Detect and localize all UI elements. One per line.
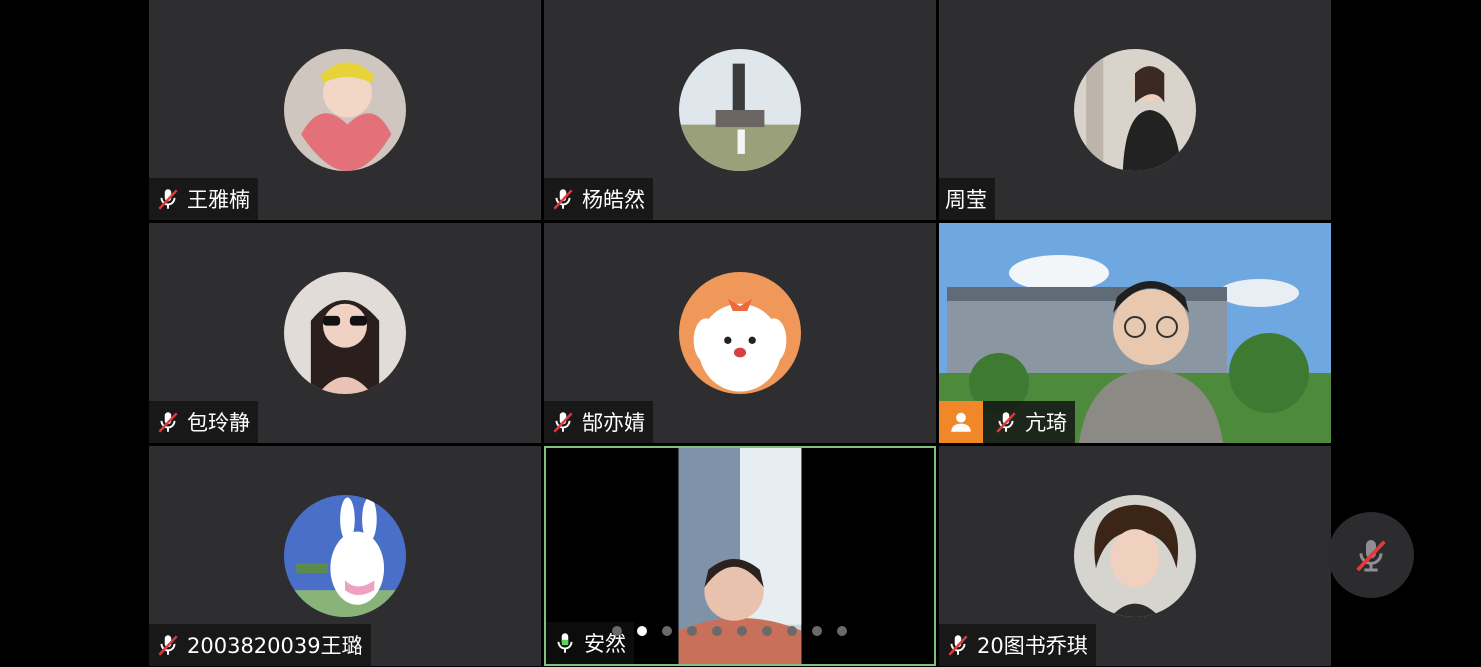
participant-tile[interactable]: 20图书乔琪 [939, 446, 1331, 666]
participant-name: 包玲静 [187, 411, 250, 435]
participant-name: 王雅楠 [187, 188, 250, 212]
page-indicator[interactable] [612, 626, 847, 636]
mic-muted-icon [996, 412, 1016, 433]
participant-tile[interactable]: 包玲静 [149, 223, 541, 443]
avatar [1074, 49, 1196, 171]
toggle-mic-button[interactable] [1328, 512, 1414, 598]
name-label-bar: 杨皓然 [544, 178, 653, 220]
name-label-bar: 2003820039王璐 [149, 624, 371, 666]
participant-name: 2003820039王璐 [187, 634, 363, 658]
name-label-bar: 郜亦婧 [544, 401, 653, 443]
name-label-bar: 亢琦 [939, 401, 1075, 443]
mic-muted-icon [948, 635, 968, 656]
participant-tile[interactable]: 王雅楠 [149, 0, 541, 220]
avatar [679, 272, 801, 394]
page-dot[interactable] [662, 626, 672, 636]
mic-muted-icon [1356, 540, 1386, 572]
name-label-bar: 包玲静 [149, 401, 258, 443]
name-label-bar: 20图书乔琪 [939, 624, 1096, 666]
host-person-icon [951, 412, 971, 432]
mic-muted-icon [158, 189, 178, 210]
video-grid: 王雅楠 杨皓然 周莹 包玲静 郜亦婧 亢琦 2003820039王璐 安然 20… [0, 0, 1481, 667]
mic-muted-icon [553, 412, 573, 433]
mic-muted-icon [158, 635, 178, 656]
page-dot[interactable] [787, 626, 797, 636]
name-label-bar: 王雅楠 [149, 178, 258, 220]
participant-tile[interactable]: 杨皓然 [544, 0, 936, 220]
mic-muted-icon [158, 412, 178, 433]
participant-tile[interactable]: 2003820039王璐 [149, 446, 541, 666]
avatar [284, 495, 406, 617]
participant-name: 20图书乔琪 [977, 634, 1088, 658]
avatar [1074, 495, 1196, 617]
page-dot-current[interactable] [637, 626, 647, 636]
page-dot[interactable] [712, 626, 722, 636]
page-dot[interactable] [837, 626, 847, 636]
participant-name: 杨皓然 [582, 188, 645, 212]
participant-tile[interactable]: 郜亦婧 [544, 223, 936, 443]
host-badge [939, 401, 983, 443]
participant-tile[interactable]: 周莹 [939, 0, 1331, 220]
avatar [284, 272, 406, 394]
participant-name: 周莹 [945, 188, 987, 212]
avatar [284, 49, 406, 171]
avatar [679, 49, 801, 171]
page-dot[interactable] [687, 626, 697, 636]
participant-name: 郜亦婧 [582, 411, 645, 435]
participant-name: 亢琦 [1025, 411, 1067, 435]
mic-muted-icon [553, 189, 573, 210]
page-dot[interactable] [762, 626, 772, 636]
mic-active-icon [557, 633, 573, 653]
page-dot[interactable] [612, 626, 622, 636]
name-label-bar: 周莹 [939, 178, 995, 220]
page-dot[interactable] [737, 626, 747, 636]
participant-video-tile[interactable]: 亢琦 [939, 223, 1331, 443]
page-dot[interactable] [812, 626, 822, 636]
